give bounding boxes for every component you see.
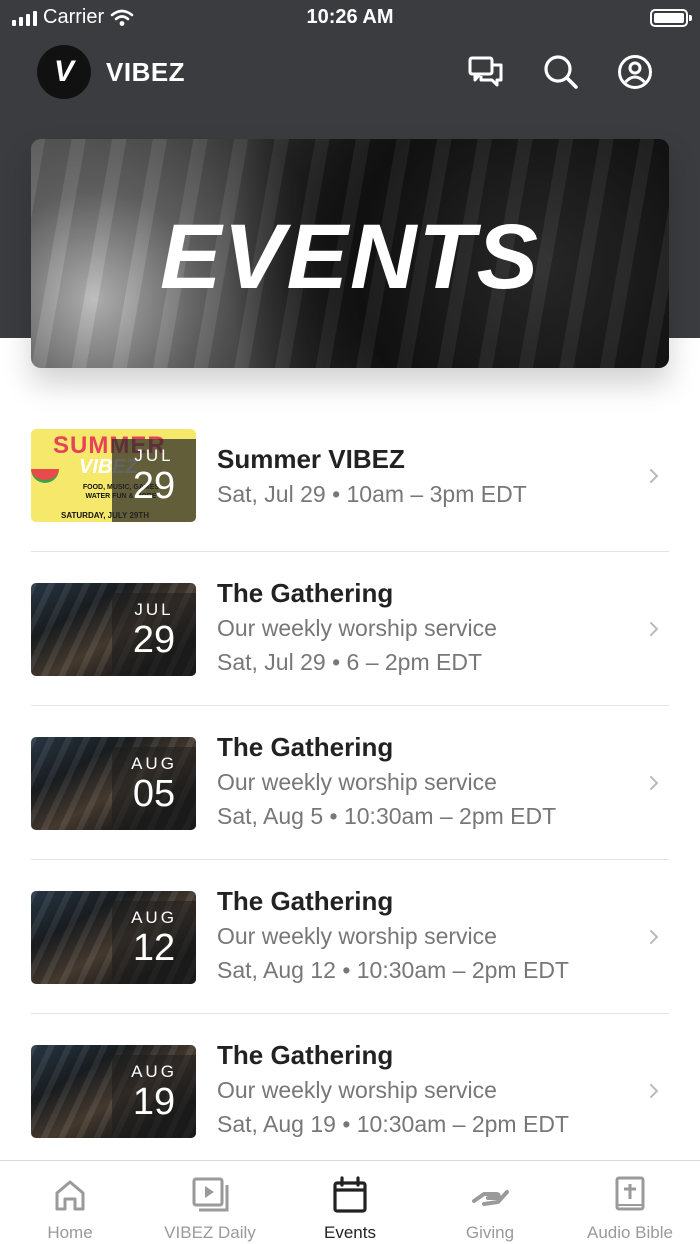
tab-label: Giving xyxy=(465,1223,515,1242)
event-text: The Gathering Our weekly worship service… xyxy=(217,1040,569,1141)
tab-label: Home xyxy=(47,1223,93,1242)
date-badge: AUG 19 xyxy=(112,1055,196,1138)
event-list-item[interactable]: AUG 12 The Gathering Our weekly worship … xyxy=(31,860,669,1014)
event-time: Sat, Aug 5 • 10:30am – 2pm EDT xyxy=(217,803,557,829)
event-text: Summer VIBEZ Sat, Jul 29 • 10am – 3pm ED… xyxy=(217,444,527,511)
event-title: The Gathering xyxy=(217,886,394,916)
date-badge: AUG 05 xyxy=(112,747,196,830)
date-month: AUG xyxy=(131,1062,177,1081)
chevron-right-icon xyxy=(650,622,659,636)
bible-icon xyxy=(615,1176,645,1211)
chevron-right-icon xyxy=(650,776,659,790)
event-subtitle: Our weekly worship service xyxy=(217,769,497,795)
video-icon xyxy=(192,1177,229,1212)
event-text: The Gathering Our weekly worship service… xyxy=(217,732,556,833)
date-day: 29 xyxy=(132,465,176,507)
date-day: 29 xyxy=(132,619,176,661)
battery-icon xyxy=(650,9,692,27)
chat-icon[interactable] xyxy=(466,52,506,92)
event-list-item[interactable]: SUMMER VIBEZ FOOD, MUSIC, GAMES WATER FU… xyxy=(31,403,669,552)
date-day: 12 xyxy=(132,927,176,969)
search-icon[interactable] xyxy=(541,52,581,92)
event-title: The Gathering xyxy=(217,732,394,762)
date-badge: JUL 29 xyxy=(112,439,196,522)
event-thumbnail: SUMMER VIBEZ FOOD, MUSIC, GAMES WATER FU… xyxy=(31,429,196,522)
event-text: The Gathering Our weekly worship service… xyxy=(217,886,569,987)
tab-home[interactable]: Home xyxy=(0,1161,140,1244)
event-time: Sat, Aug 19 • 10:30am – 2pm EDT xyxy=(217,1111,569,1137)
date-badge: JUL 29 xyxy=(112,593,196,676)
status-time: 10:26 AM xyxy=(306,6,394,28)
bottom-tab-bar: Home VIBEZ Daily Events Giving Audio Bib… xyxy=(0,1160,700,1244)
date-badge: AUG 12 xyxy=(112,901,196,984)
chevron-right-icon xyxy=(650,1084,659,1098)
tab-giving[interactable]: Giving xyxy=(420,1161,560,1244)
app-logo[interactable]: V xyxy=(37,45,91,99)
date-day: 19 xyxy=(132,1081,176,1123)
event-subtitle: Our weekly worship service xyxy=(217,1077,497,1103)
app-bar: V VIBEZ xyxy=(0,44,700,100)
tab-events[interactable]: Events xyxy=(280,1161,420,1244)
event-title: The Gathering xyxy=(217,1040,394,1070)
events-list: SUMMER VIBEZ FOOD, MUSIC, GAMES WATER FU… xyxy=(31,403,669,1168)
event-list-item[interactable]: AUG 05 The Gathering Our weekly worship … xyxy=(31,706,669,860)
tab-label: Audio Bible xyxy=(586,1223,673,1242)
event-thumbnail: AUG 12 xyxy=(31,891,196,984)
event-thumbnail: AUG 19 xyxy=(31,1045,196,1138)
date-month: AUG xyxy=(131,908,177,927)
watermelon-icon xyxy=(31,469,59,483)
event-subtitle: Our weekly worship service xyxy=(217,615,497,641)
date-month: AUG xyxy=(131,754,177,773)
events-hero-banner: EVENTS xyxy=(31,139,669,368)
event-title: The Gathering xyxy=(217,578,394,608)
event-subtitle: Our weekly worship service xyxy=(217,923,497,949)
chevron-right-icon xyxy=(650,469,659,483)
tab-audio-bible[interactable]: Audio Bible xyxy=(560,1161,700,1244)
event-title: Summer VIBEZ xyxy=(217,444,405,474)
hero-title: EVENTS xyxy=(159,206,541,308)
event-list-item[interactable]: AUG 19 The Gathering Our weekly worship … xyxy=(31,1014,669,1168)
date-day: 05 xyxy=(132,773,176,815)
calendar-icon xyxy=(333,1176,367,1213)
chevron-right-icon xyxy=(650,930,659,944)
home-icon xyxy=(55,1180,85,1211)
date-month: JUL xyxy=(134,600,174,619)
event-list-item[interactable]: JUL 29 The Gathering Our weekly worship … xyxy=(31,552,669,706)
profile-icon[interactable] xyxy=(615,52,655,92)
event-thumbnail: JUL 29 xyxy=(31,583,196,676)
giving-hand-icon xyxy=(472,1190,509,1206)
event-time: Sat, Aug 12 • 10:30am – 2pm EDT xyxy=(217,957,569,983)
event-thumbnail: AUG 05 xyxy=(31,737,196,830)
tab-label: VIBEZ Daily xyxy=(164,1223,256,1242)
event-time: Sat, Jul 29 • 6 – 2pm EDT xyxy=(217,649,483,675)
event-text: The Gathering Our weekly worship service… xyxy=(217,578,497,679)
status-bar: Carrier 10:26 AM xyxy=(0,0,700,36)
date-month: JUL xyxy=(134,446,174,465)
app-name: VIBEZ xyxy=(106,57,186,87)
tab-vibez-daily[interactable]: VIBEZ Daily xyxy=(140,1161,280,1244)
event-time: Sat, Jul 29 • 10am – 3pm EDT xyxy=(217,481,527,507)
tab-label: Events xyxy=(324,1223,376,1242)
